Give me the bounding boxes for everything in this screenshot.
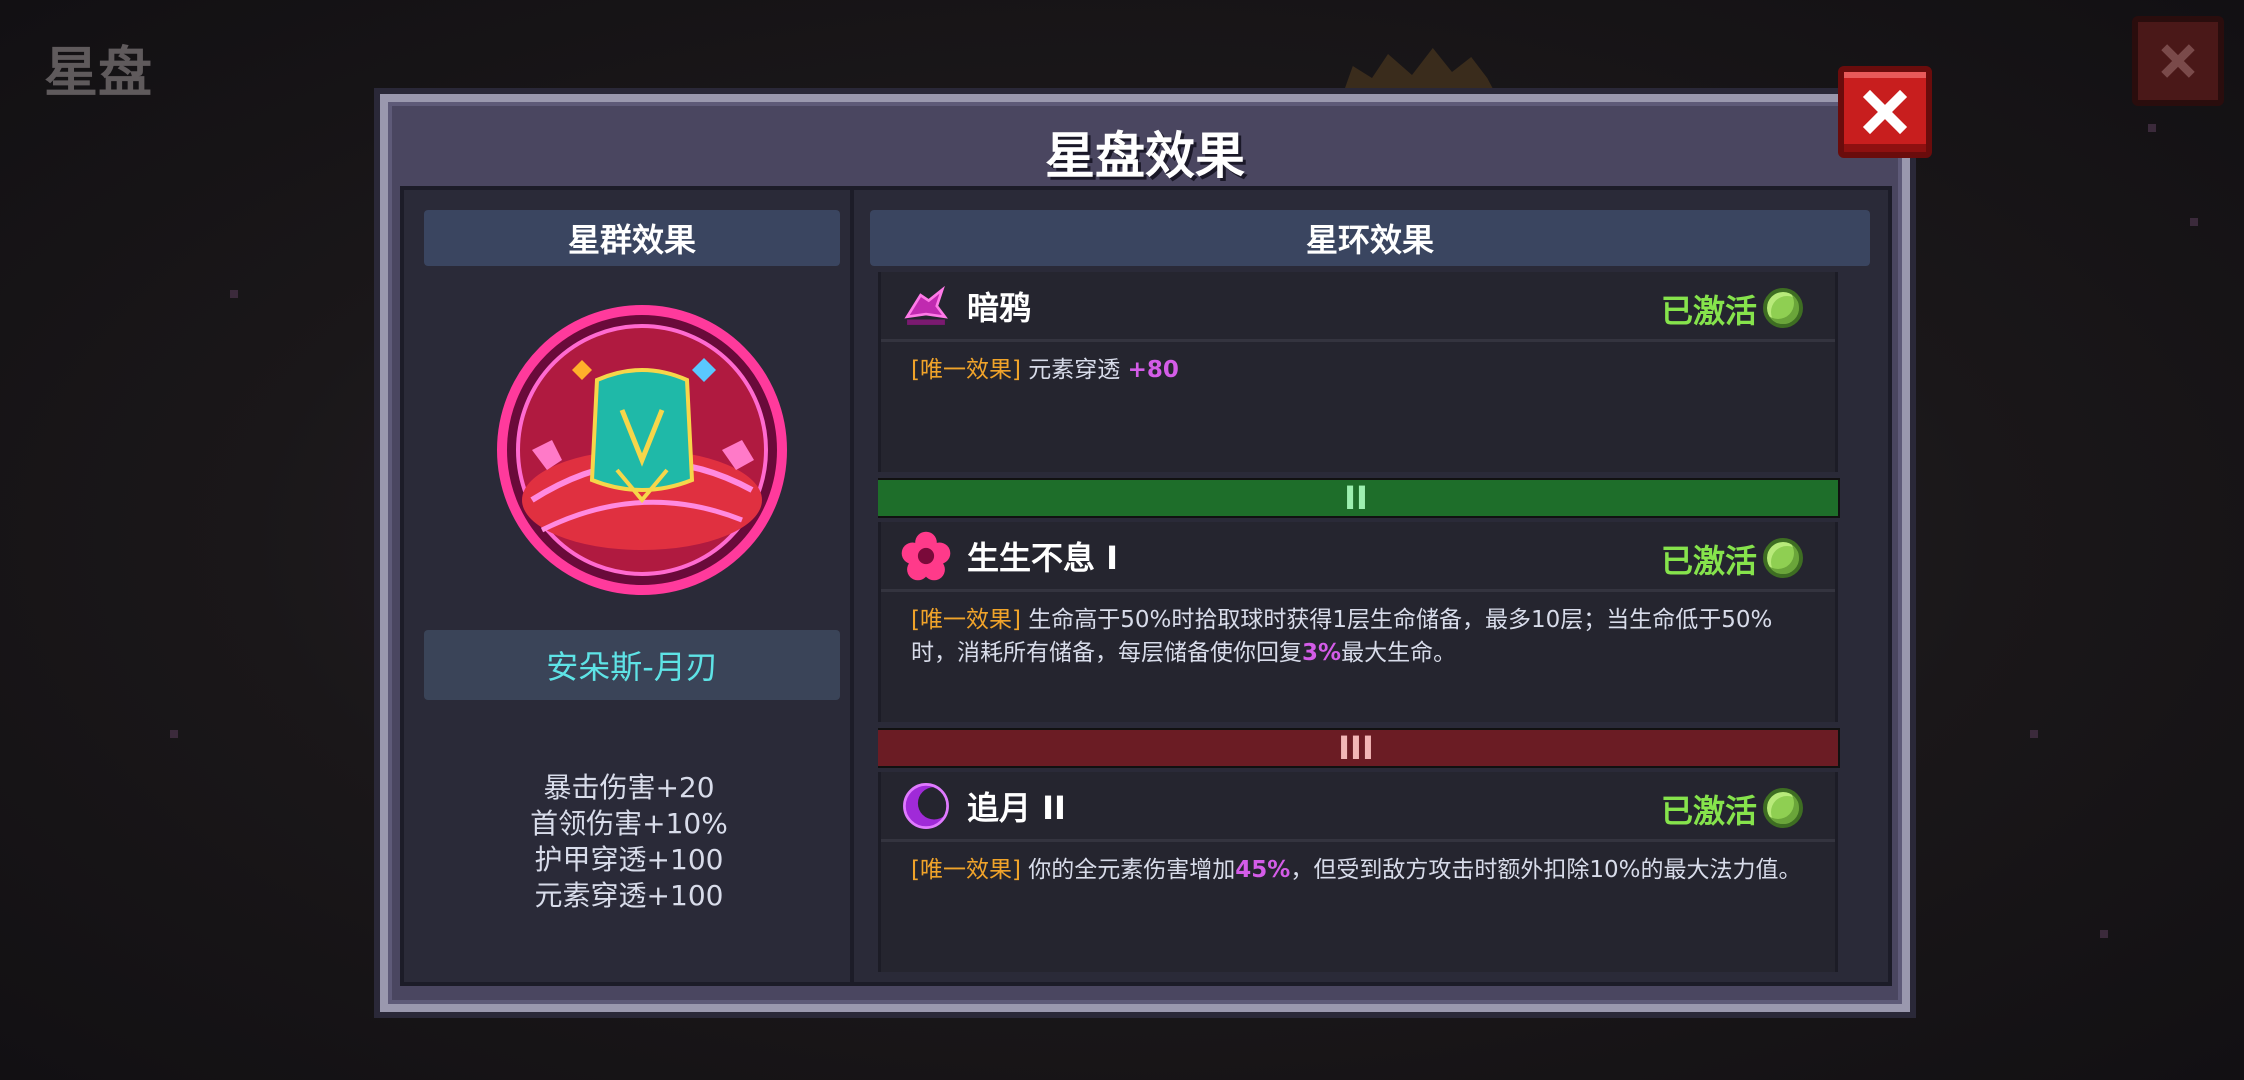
- dialog-content: 星群效果 安朵斯-月刃 暴击伤害+20 首领伤害+10% 护甲穿透+100 元素…: [400, 186, 1892, 986]
- description-text: 元素穿透: [1028, 357, 1128, 383]
- status-label: 已激活: [1660, 542, 1757, 580]
- entry-name: 暗鸦: [967, 288, 1032, 327]
- entry-description: [唯一效果] 元素穿透 +80: [881, 342, 1835, 387]
- star-decoration: [2148, 124, 2156, 132]
- constellation-panel: 星群效果 安朵斯-月刃 暴击伤害+20 首领伤害+10% 护甲穿透+100 元素…: [404, 190, 854, 982]
- entry-name: 追月 II: [967, 788, 1066, 827]
- description-text: 你的全元素伤害增加: [1028, 857, 1236, 883]
- tier-divider-3: III: [878, 728, 1840, 768]
- stat-line: 暴击伤害+20: [543, 771, 715, 804]
- flower-icon: [899, 529, 953, 583]
- list-item: 生生不息 I 已激活 [唯一效果] 生命高于50%时拾取球时获得1层生命储备，最…: [878, 522, 1838, 722]
- entry-header: 追月 II 已激活: [881, 772, 1835, 842]
- status-label: 已激活: [1660, 792, 1757, 830]
- character-emblem: [492, 300, 792, 600]
- crescent-moon-icon: [899, 779, 953, 833]
- effect-list[interactable]: 暗鸦 已激活 [唯一效果] 元素穿透 +80 II 生生不息 I 已激活 [唯一…: [878, 272, 1858, 978]
- entry-header: 暗鸦 已激活: [881, 272, 1835, 342]
- star-decoration: [230, 290, 238, 298]
- entry-header: 生生不息 I 已激活: [881, 522, 1835, 592]
- list-item: 暗鸦 已激活 [唯一效果] 元素穿透 +80: [878, 272, 1838, 472]
- character-name: 安朵斯-月刃: [424, 630, 840, 700]
- close-button[interactable]: [1838, 66, 1932, 158]
- active-indicator-icon: [1763, 288, 1803, 328]
- constellation-stats: 暴击伤害+20 首领伤害+10% 护甲穿透+100 元素穿透+100: [404, 770, 854, 914]
- star-decoration: [170, 730, 178, 738]
- close-icon: [1862, 89, 1908, 135]
- tier-divider-2: II: [878, 478, 1840, 518]
- status-label: 已激活: [1660, 292, 1757, 330]
- stat-line: 首领伤害+10%: [530, 807, 728, 840]
- background-close-button: [2132, 16, 2224, 106]
- constellation-effect-header: 星群效果: [424, 210, 840, 266]
- description-text: ，但受到敌方攻击时额外扣除10%的最大法力值。: [1290, 857, 1802, 883]
- entry-description: [唯一效果] 你的全元素伤害增加45%，但受到敌方攻击时额外扣除10%的最大法力…: [881, 842, 1835, 887]
- star-decoration: [2190, 218, 2198, 226]
- list-item: 追月 II 已激活 [唯一效果] 你的全元素伤害增加45%，但受到敌方攻击时额外…: [878, 772, 1838, 972]
- highlight-value: +80: [1127, 357, 1179, 383]
- close-icon: [2161, 44, 2195, 78]
- unique-effect-tag: [唯一效果]: [911, 607, 1021, 633]
- star-ring-effect-header: 星环效果: [870, 210, 1870, 266]
- entry-name: 生生不息 I: [967, 538, 1119, 577]
- moon-blade-emblem-icon: [497, 305, 787, 595]
- stat-line: 护甲穿透+100: [534, 843, 724, 876]
- description-text: 最大生命。: [1341, 640, 1457, 666]
- active-indicator-icon: [1763, 538, 1803, 578]
- star-decoration: [2030, 730, 2038, 738]
- active-indicator-icon: [1763, 788, 1803, 828]
- background-title: 星盘: [44, 41, 152, 104]
- unique-effect-tag: [唯一效果]: [911, 857, 1021, 883]
- highlight-value: 3%: [1302, 640, 1342, 666]
- unique-effect-tag: [唯一效果]: [911, 357, 1021, 383]
- star-ring-panel: 星环效果 暗鸦 已激活 [唯一效果] 元素穿透 +80 II 生生不息 I 已激…: [858, 190, 1892, 982]
- background-planet-decoration: [1340, 48, 1500, 102]
- dialog-title: 星盘效果: [1045, 127, 1245, 185]
- highlight-value: 45%: [1235, 857, 1291, 883]
- star-decoration: [2100, 930, 2108, 938]
- stat-line: 元素穿透+100: [534, 879, 724, 912]
- crow-icon: [899, 279, 953, 333]
- entry-description: [唯一效果] 生命高于50%时拾取球时获得1层生命储备，最多10层；当生命低于5…: [881, 592, 1835, 670]
